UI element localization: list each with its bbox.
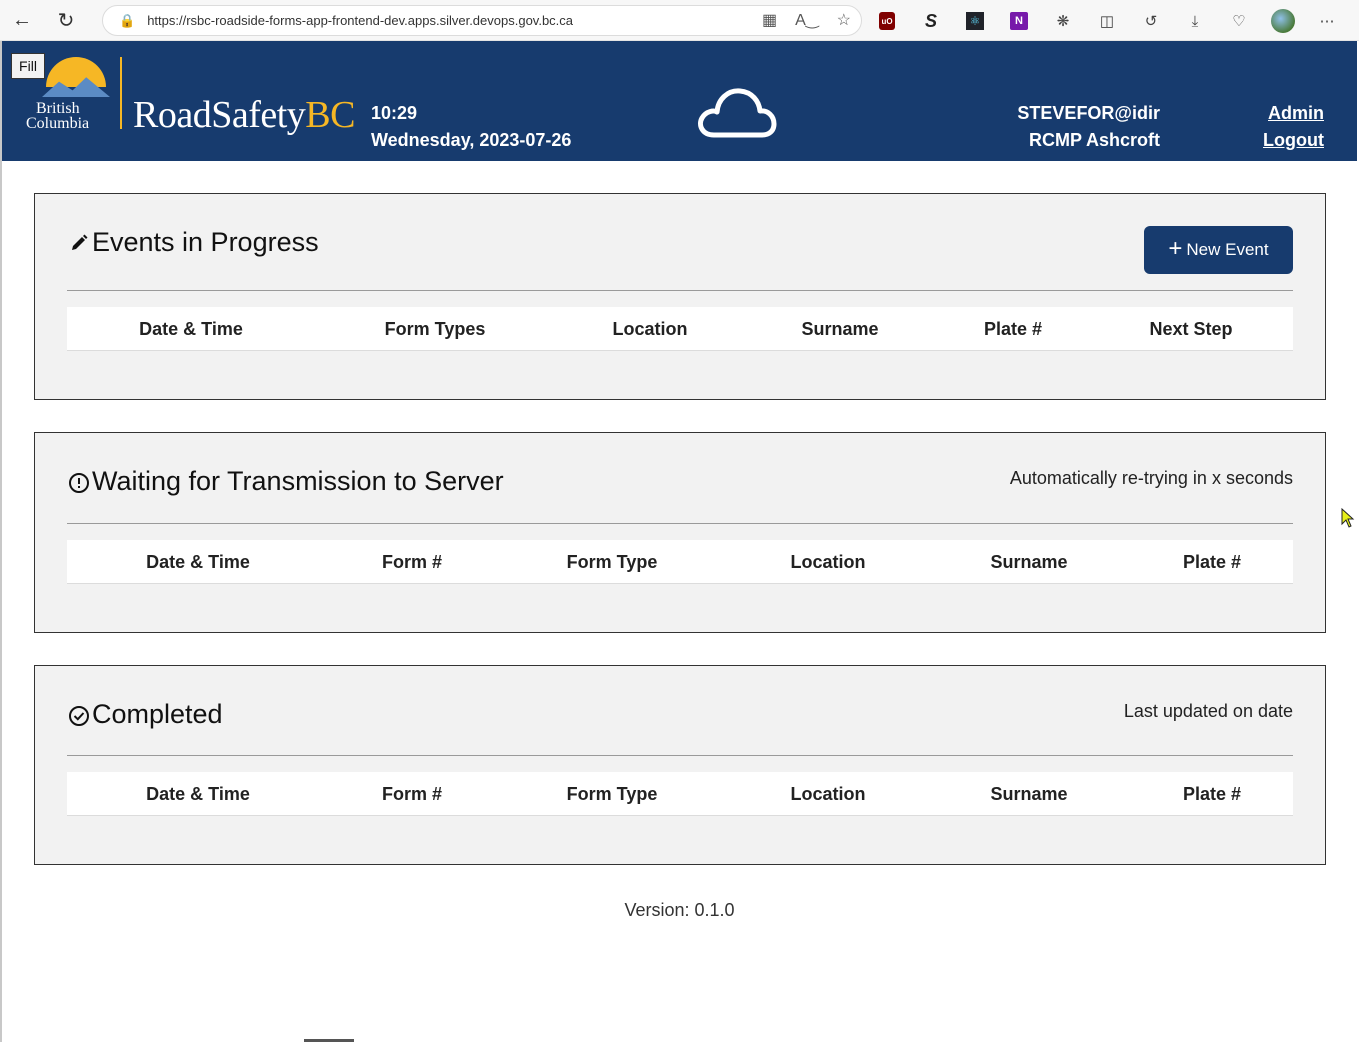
plus-icon: + bbox=[1168, 235, 1183, 262]
new-event-label: New Event bbox=[1186, 240, 1269, 259]
completed-panel: Completed Last updated on date Date & Ti… bbox=[34, 665, 1326, 865]
column-header[interactable]: Surname bbox=[801, 319, 878, 340]
panel-divider bbox=[67, 755, 1293, 756]
window-frame bbox=[0, 41, 2, 1042]
brand-accent: BC bbox=[305, 94, 355, 136]
mouse-cursor-icon bbox=[1341, 508, 1355, 528]
version-text: Version: 0.1.0 bbox=[624, 900, 735, 920]
extensions-icon[interactable]: ❋ bbox=[1048, 6, 1078, 36]
new-event-button[interactable]: + New Event bbox=[1144, 226, 1293, 274]
column-header[interactable]: Date & Time bbox=[139, 319, 243, 340]
react-devtools-icon[interactable]: ⚛ bbox=[960, 6, 990, 36]
user-id: STEVEFOR@idir bbox=[1017, 103, 1160, 123]
column-header[interactable]: Plate # bbox=[1183, 784, 1241, 805]
ublock-icon[interactable]: uO bbox=[872, 6, 902, 36]
column-header[interactable]: Form Type bbox=[567, 552, 658, 573]
column-header[interactable]: Location bbox=[791, 784, 866, 805]
events-in-progress-title: Events in Progress bbox=[92, 227, 319, 257]
more-icon[interactable]: ⋯ bbox=[1312, 6, 1342, 36]
brand-main: RoadSafety bbox=[133, 94, 306, 136]
browser-essentials-icon[interactable]: ♡ bbox=[1224, 6, 1254, 36]
column-header[interactable]: Location bbox=[791, 552, 866, 573]
column-header[interactable]: Plate # bbox=[984, 319, 1042, 340]
last-updated-text: Last updated on date bbox=[1123, 701, 1293, 721]
back-icon[interactable]: ← bbox=[0, 0, 44, 41]
app-header: British Columbia Fill RoadSafetyBC 10:29… bbox=[2, 41, 1357, 161]
s-extension-icon[interactable]: S bbox=[916, 6, 946, 36]
column-header[interactable]: Form Type bbox=[567, 784, 658, 805]
table-header: Date & Time Form Types Location Surname … bbox=[67, 307, 1293, 351]
refresh-icon[interactable]: ↻ bbox=[44, 0, 88, 41]
panel-title: Events in Progress bbox=[68, 227, 319, 258]
completed-title: Completed bbox=[92, 699, 223, 729]
panel-divider bbox=[67, 290, 1293, 291]
column-header[interactable]: Date & Time bbox=[146, 552, 250, 573]
column-header[interactable]: Surname bbox=[990, 784, 1067, 805]
panel-title: Waiting for Transmission to Server bbox=[68, 466, 504, 497]
logo-line2: Columbia bbox=[26, 115, 90, 132]
column-header[interactable]: Form # bbox=[382, 784, 442, 805]
history-icon[interactable]: ↺ bbox=[1136, 6, 1166, 36]
onenote-icon[interactable]: N bbox=[1004, 6, 1034, 36]
brand-title: RoadSafetyBC bbox=[133, 93, 355, 137]
events-in-progress-panel: Events in Progress + New Event Date & Ti… bbox=[34, 193, 1326, 400]
fill-button[interactable]: Fill bbox=[11, 53, 45, 79]
cloud-icon bbox=[698, 88, 777, 138]
alert-circle-icon bbox=[68, 471, 90, 493]
profile-avatar[interactable] bbox=[1268, 6, 1298, 36]
table-header: Date & Time Form # Form Type Location Su… bbox=[67, 772, 1293, 816]
panel-title: Completed bbox=[68, 699, 223, 730]
column-header[interactable]: Next Step bbox=[1149, 319, 1232, 340]
app-available-icon[interactable]: ▦ bbox=[762, 10, 777, 30]
read-aloud-icon[interactable]: A‿ bbox=[795, 10, 819, 30]
table-header: Date & Time Form # Form Type Location Su… bbox=[67, 540, 1293, 584]
panel-divider bbox=[67, 523, 1293, 524]
column-header[interactable]: Form # bbox=[382, 552, 442, 573]
column-header[interactable]: Surname bbox=[990, 552, 1067, 573]
current-date: Wednesday, 2023-07-26 bbox=[371, 130, 572, 150]
column-header[interactable]: Form Types bbox=[385, 319, 486, 340]
lock-icon: 🔒 bbox=[119, 12, 136, 28]
column-header[interactable]: Plate # bbox=[1183, 552, 1241, 573]
address-bar[interactable]: 🔒 https://rsbc-roadside-forms-app-fronte… bbox=[102, 5, 862, 36]
logo-divider bbox=[120, 57, 122, 129]
waiting-transmission-panel: Waiting for Transmission to Server Autom… bbox=[34, 432, 1326, 633]
favorite-star-icon[interactable]: ☆ bbox=[837, 10, 851, 30]
logout-link[interactable]: Logout bbox=[1263, 130, 1324, 151]
downloads-icon[interactable]: ⤓ bbox=[1180, 6, 1210, 36]
url-text: https://rsbc-roadside-forms-app-frontend… bbox=[147, 13, 574, 28]
waiting-transmission-title: Waiting for Transmission to Server bbox=[92, 466, 504, 496]
column-header[interactable]: Location bbox=[613, 319, 688, 340]
admin-link[interactable]: Admin bbox=[1268, 103, 1324, 124]
user-organization: RCMP Ashcroft bbox=[1028, 130, 1160, 150]
column-header[interactable]: Date & Time bbox=[146, 784, 250, 805]
split-screen-icon[interactable]: ◫ bbox=[1092, 6, 1122, 36]
check-circle-icon bbox=[68, 704, 90, 726]
current-time: 10:29 bbox=[371, 103, 418, 123]
pencil-icon bbox=[68, 232, 90, 254]
retry-status-text: Automatically re-trying in x seconds bbox=[1009, 468, 1293, 488]
